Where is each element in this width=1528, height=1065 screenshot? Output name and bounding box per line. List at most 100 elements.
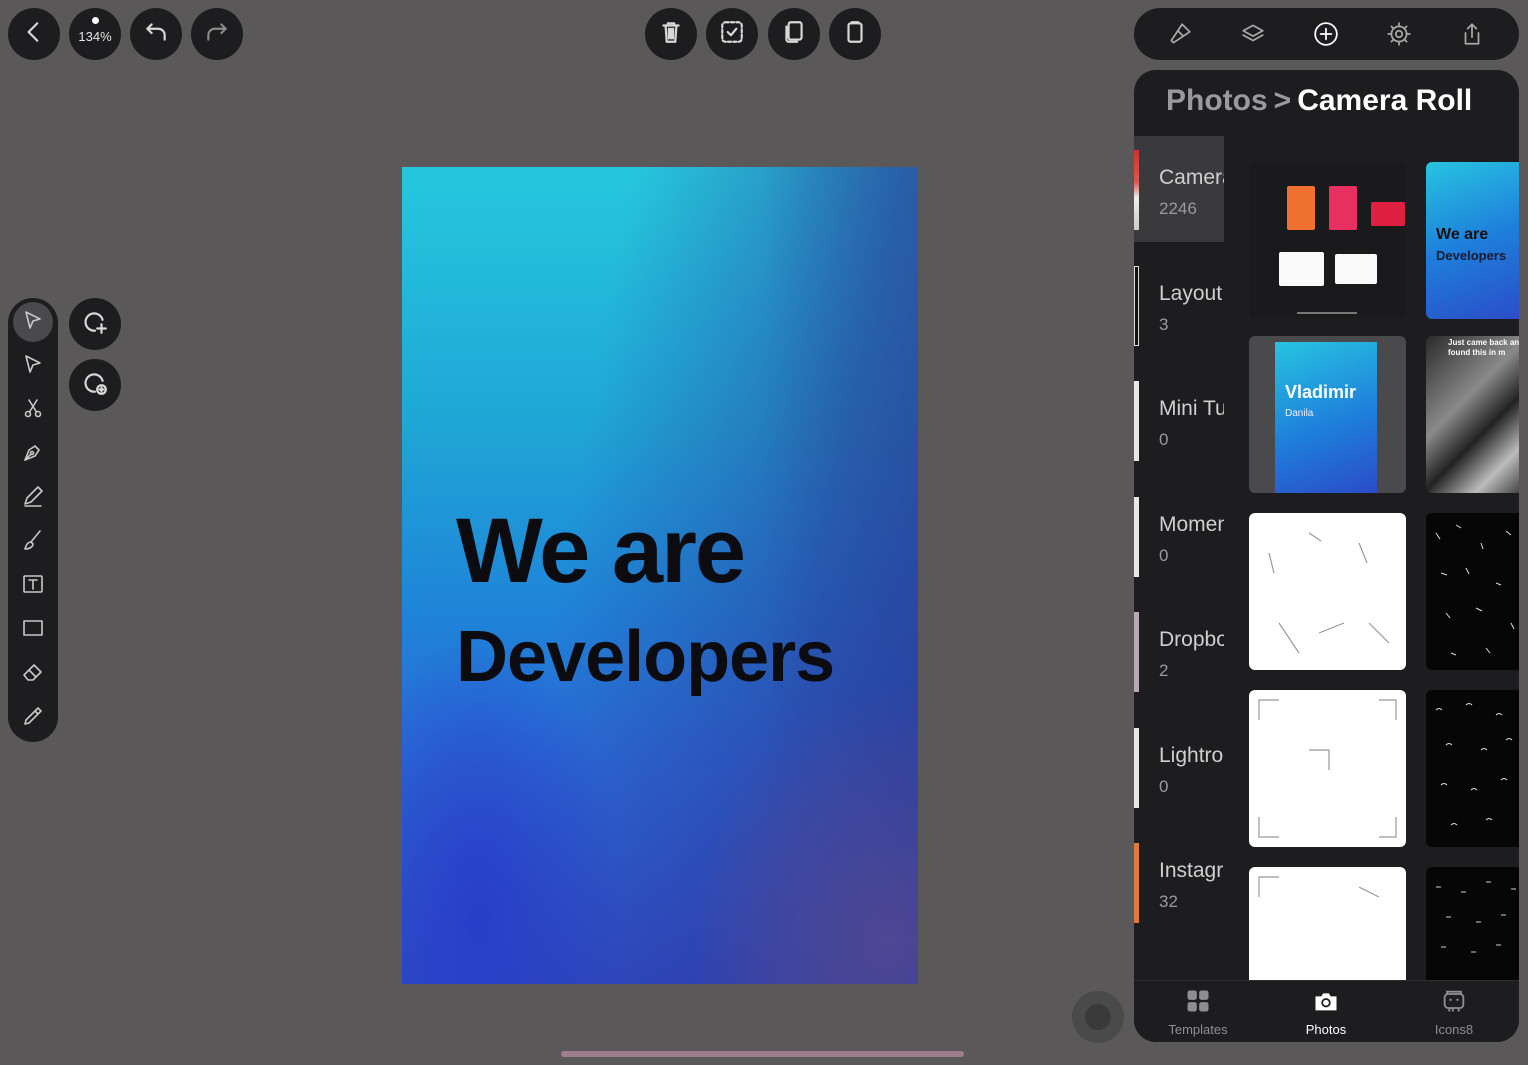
tab-label: Templates [1168,1022,1228,1037]
album-count: 3 [1159,315,1169,334]
tweet-text: Just came back and found this in m [1448,338,1519,358]
breadcrumb-separator: > [1273,84,1292,117]
add-shape-button[interactable] [69,298,121,350]
rectangle-icon [21,616,45,645]
photo-thumbnail[interactable]: We are Developers [1426,162,1519,319]
tab-label: Photos [1305,1022,1347,1037]
share-icon[interactable] [1459,21,1485,47]
album-edge [1134,150,1139,230]
poster-text[interactable]: We are Developers [456,500,835,693]
album-name: Layout [1159,282,1223,305]
delete-button[interactable] [645,8,697,60]
direct-selection-tool[interactable] [13,346,53,386]
album-count: 2 [1159,661,1169,680]
assistive-touch-button[interactable] [1072,991,1124,1043]
brush-icon [21,528,45,557]
album-item-camera-roll[interactable]: Camera Roll 2246 [1134,136,1224,242]
album-list: Camera Roll 2246 Layout 3 Mini Tu 0 Mome… [1134,136,1224,986]
circle-add-node-icon [82,370,108,401]
breadcrumb-photos[interactable]: Photos [1166,84,1268,117]
breadcrumb: Photos > Camera Roll [1166,84,1472,118]
chevron-left-icon [21,19,47,50]
album-item-moment[interactable]: Moment 0 [1134,483,1224,589]
arrow-pointer-icon [21,308,45,337]
tab-templates[interactable]: Templates [1148,987,1248,1037]
undo-button[interactable] [130,8,182,60]
photo-thumbnail[interactable]: Vladimir Danila [1249,336,1406,493]
tab-photos[interactable]: Photos [1276,987,1376,1037]
album-edge [1134,843,1139,923]
text-box-icon [21,572,45,601]
corner-pattern-graphic [1258,876,1380,898]
zoom-indicator-dot [91,16,99,24]
album-item-layout[interactable]: Layout 3 [1134,252,1224,358]
mini-card-pink [1329,186,1357,230]
album-item-mini-tu[interactable]: Mini Tu 0 [1134,367,1224,473]
album-edge [1134,381,1139,461]
album-item-instagram[interactable]: Instagram 32 [1134,829,1224,935]
settings-gear-icon[interactable] [1386,21,1412,47]
home-indicator[interactable] [561,1051,964,1057]
bottom-tab-bar: Templates Photos Icons8 [1134,980,1519,1042]
trash-icon [658,19,684,50]
pen-tool[interactable] [13,434,53,474]
clipboard-icon [842,19,868,50]
clipboard-button[interactable] [829,8,881,60]
eyedropper-tool[interactable] [13,698,53,738]
icons8-icon [1440,990,1468,1019]
circle-plus-icon [82,309,108,340]
photo-thumbnail-pattern-light[interactable] [1249,513,1406,670]
album-item-dropbox[interactable]: Dropbox 2 [1134,598,1224,704]
zoom-level-button[interactable]: 134% [69,8,121,60]
grid-icon [1184,990,1212,1019]
duplicate-icon [781,19,807,50]
album-name: Instagram [1159,859,1224,882]
card-name: Vladimir [1285,382,1357,402]
selection-check-icon [719,19,745,50]
mini-card-white-1 [1279,252,1324,286]
layers-icon[interactable] [1240,21,1266,47]
pencil-tool[interactable] [13,478,53,518]
node-pointer-icon [21,352,45,381]
pencil-icon [21,484,45,513]
album-count: 0 [1159,546,1169,565]
scissors-tool[interactable] [13,390,53,430]
select-all-button[interactable] [706,8,758,60]
add-circle-icon[interactable] [1313,21,1339,47]
line-pattern-graphic [1435,524,1515,656]
redo-icon [204,19,230,50]
thumb-poster-line2: Developers [1436,248,1507,263]
album-count: 32 [1159,892,1178,911]
photo-thumbnail[interactable] [1249,162,1406,319]
redo-button[interactable] [191,8,243,60]
text-tool[interactable] [13,566,53,606]
mini-card-orange [1287,186,1315,230]
photo-thumbnail-pattern-dark[interactable] [1426,867,1519,982]
artboard[interactable]: We are Developers [402,167,918,984]
add-node-button[interactable] [69,359,121,411]
style-brush-icon[interactable] [1167,21,1193,47]
tools-toolbar [8,298,58,742]
photo-thumbnail-pattern-dark[interactable] [1426,513,1519,670]
photo-thumbnail[interactable]: Just came back and found this in m [1426,336,1519,493]
photo-thumbnail-pattern-dark[interactable] [1426,690,1519,847]
poster-headline-line1: We are [456,500,746,602]
line-pattern-graphic [1268,532,1390,654]
eyedropper-icon [21,704,45,733]
photo-thumbnail-pattern-light[interactable] [1249,690,1406,847]
album-count: 2246 [1159,199,1197,218]
dash-pattern-graphic [1436,881,1516,953]
album-item-lightroom[interactable]: Lightroom 0 [1134,714,1224,820]
photo-thumbnail-pattern-light[interactable] [1249,867,1406,982]
album-name: Camera Roll [1159,166,1224,189]
eraser-tool[interactable] [13,654,53,694]
brush-tool[interactable] [13,522,53,562]
back-button[interactable] [8,8,60,60]
rectangle-tool[interactable] [13,610,53,650]
tab-icons8[interactable]: Icons8 [1404,987,1504,1037]
selection-tool[interactable] [13,302,53,342]
card-subtitle: Danila [1285,408,1314,419]
duplicate-button[interactable] [768,8,820,60]
album-edge [1134,612,1139,692]
business-card: Vladimir Danila [1275,342,1377,493]
